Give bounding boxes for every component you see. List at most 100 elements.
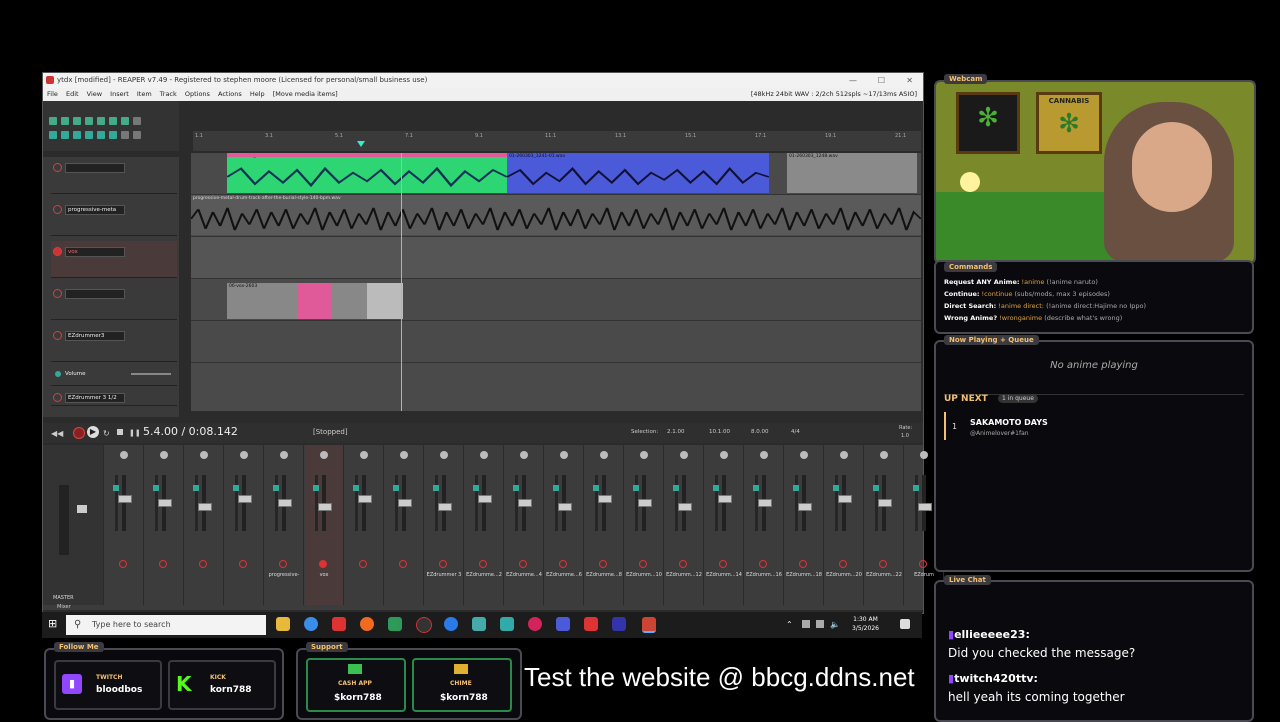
record-arm-icon[interactable] [839, 560, 847, 568]
time-signature[interactable]: 4/4 [791, 429, 800, 435]
mixer-channel-strip[interactable] [225, 445, 264, 605]
envelope-header[interactable]: Volume [51, 367, 177, 386]
metronome-icon[interactable] [109, 117, 117, 125]
mixer-channel-strip[interactable]: EZdrumm...16 [745, 445, 784, 605]
record-arm-icon[interactable] [53, 163, 62, 172]
track-header[interactable]: progressive-meta [51, 199, 177, 236]
record-arm-icon[interactable] [439, 560, 447, 568]
app-icon[interactable] [584, 617, 598, 631]
fx-button[interactable] [313, 485, 319, 491]
track-name[interactable] [65, 163, 125, 173]
media-item-vox[interactable] [331, 283, 367, 319]
pan-knob[interactable] [720, 451, 728, 459]
snap-icon[interactable] [49, 131, 57, 139]
volume-fader[interactable] [518, 499, 532, 507]
app-icon[interactable] [388, 617, 402, 631]
ripple-icon[interactable] [61, 131, 69, 139]
track-lane[interactable]: 01-260303_1217.wav 01-260303_1241-01.wav… [191, 153, 921, 195]
menu-options[interactable]: Options [185, 88, 210, 101]
media-item-vox[interactable]: 06-vox-2603 [227, 283, 297, 319]
volume-fader[interactable] [678, 503, 692, 511]
track-lane[interactable] [191, 321, 921, 363]
undo-icon[interactable] [85, 117, 93, 125]
record-arm-icon[interactable] [53, 331, 62, 340]
loop-icon[interactable]: ↻ [103, 429, 110, 438]
twitch-card[interactable]: ▮ TWITCH bloodbos [54, 660, 162, 710]
pan-knob[interactable] [800, 451, 808, 459]
open-project-icon[interactable] [61, 117, 69, 125]
mixer-channel-strip[interactable]: EZdrumm...20 [825, 445, 864, 605]
fx-button[interactable] [593, 485, 599, 491]
crossfade-icon[interactable] [97, 131, 105, 139]
volume-fader[interactable] [478, 495, 492, 503]
pan-knob[interactable] [480, 451, 488, 459]
pan-knob[interactable] [880, 451, 888, 459]
pan-knob[interactable] [400, 451, 408, 459]
minimize-icon[interactable]: — [849, 73, 857, 88]
pan-knob[interactable] [640, 451, 648, 459]
voice-meeter-icon[interactable] [332, 617, 346, 631]
close-icon[interactable]: ✕ [906, 73, 913, 88]
volume-fader[interactable] [558, 503, 572, 511]
volume-fader[interactable] [838, 495, 852, 503]
pan-knob[interactable] [240, 451, 248, 459]
volume-fader[interactable] [158, 499, 172, 507]
loop-icon[interactable] [121, 117, 129, 125]
volume-fader[interactable] [238, 495, 252, 503]
track-header[interactable]: vox [51, 241, 177, 278]
menu-track[interactable]: Track [160, 88, 177, 101]
play-icon[interactable]: ▶ [87, 426, 99, 438]
volume-fader[interactable] [318, 503, 332, 511]
rewind-icon[interactable]: ◀◀ [51, 429, 63, 438]
record-arm-icon[interactable] [919, 560, 927, 568]
volume-fader[interactable] [198, 503, 212, 511]
grid-icon[interactable] [133, 117, 141, 125]
fx-button[interactable] [153, 485, 159, 491]
fx-button[interactable] [553, 485, 559, 491]
volume-fader[interactable] [278, 499, 292, 507]
app-icon[interactable] [556, 617, 570, 631]
pan-knob[interactable] [320, 451, 328, 459]
record-arm-icon[interactable] [199, 560, 207, 568]
firefox-icon[interactable] [360, 617, 374, 631]
record-arm-icon[interactable] [719, 560, 727, 568]
fx-button[interactable] [233, 485, 239, 491]
taskbar-clock[interactable]: 1:30 AM 3/5/2026 [852, 615, 879, 633]
volume-slider[interactable] [131, 373, 171, 375]
mixer-channel-strip[interactable]: EZdrumm...22 [865, 445, 904, 605]
pan-knob[interactable] [200, 451, 208, 459]
mixer-channel-strip[interactable] [345, 445, 384, 605]
fx-button[interactable] [793, 485, 799, 491]
volume-fader[interactable] [918, 503, 932, 511]
media-item-vox-selected[interactable] [297, 283, 331, 319]
menu-edit[interactable]: Edit [66, 88, 79, 101]
fx-button[interactable] [833, 485, 839, 491]
pan-knob[interactable] [920, 451, 928, 459]
record-arm-icon[interactable] [159, 560, 167, 568]
fx-button[interactable] [393, 485, 399, 491]
fx-button[interactable] [873, 485, 879, 491]
edge-icon[interactable] [304, 617, 318, 631]
fx-button[interactable] [433, 485, 439, 491]
internet-explorer-icon[interactable] [444, 617, 458, 631]
volume-fader[interactable] [798, 503, 812, 511]
menu-file[interactable]: File [47, 88, 58, 101]
track-lane[interactable]: progressive-metal-drum-track-after-the-b… [191, 195, 921, 237]
track-header[interactable]: EZdrummer 3 1/2 [51, 387, 177, 406]
record-arm-icon[interactable] [879, 560, 887, 568]
volume-fader[interactable] [438, 503, 452, 511]
rate-value[interactable]: 1.0 [901, 433, 909, 439]
record-arm-icon[interactable] [53, 205, 62, 214]
windows-start-icon[interactable]: ⊞ [48, 618, 60, 630]
menu-actions[interactable]: Actions [218, 88, 242, 101]
notifications-icon[interactable] [900, 619, 910, 629]
record-icon[interactable] [73, 427, 85, 439]
arrange-view[interactable]: 01-260303_1217.wav 01-260303_1241-01.wav… [191, 153, 921, 411]
pan-knob[interactable] [160, 451, 168, 459]
record-arm-icon[interactable] [53, 289, 62, 298]
track-header[interactable] [51, 157, 177, 194]
media-item-blue[interactable]: 01-260303_1241-01.wav [507, 153, 769, 193]
volume-fader[interactable] [598, 495, 612, 503]
app-icon[interactable] [500, 617, 514, 631]
media-item-gray[interactable]: 01-260303_1248.wav [787, 153, 917, 193]
